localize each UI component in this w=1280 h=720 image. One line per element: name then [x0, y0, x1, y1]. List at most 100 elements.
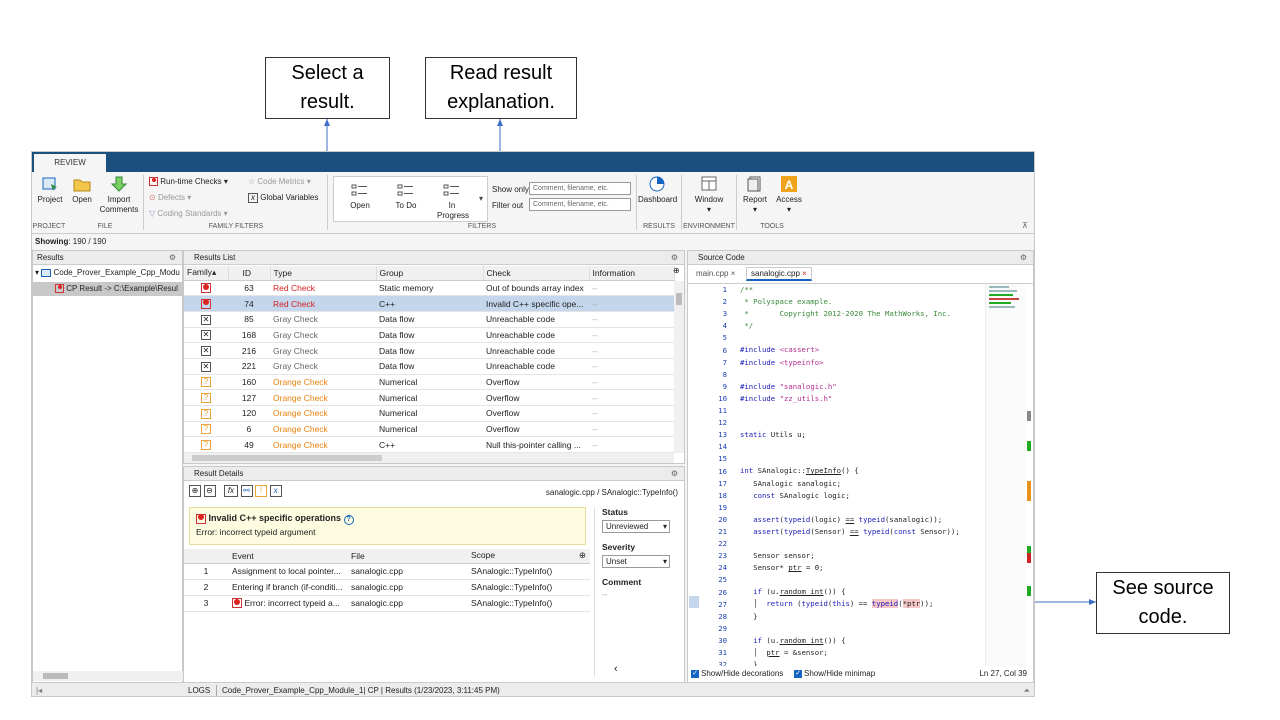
help-icon[interactable]: ?: [343, 515, 354, 525]
tree-hscrollbar[interactable]: [33, 671, 184, 681]
runtime-checks-filter[interactable]: Run-time Checks ▾: [149, 177, 228, 187]
event-table: Event File Scope ⊕ 1 Assignment to local p…: [184, 549, 590, 612]
project-icon: [42, 177, 57, 191]
column-type[interactable]: Type: [270, 266, 377, 281]
tab-review[interactable]: REVIEW: [34, 154, 106, 172]
type-cell: Gray Check: [270, 311, 376, 328]
expand-up-icon[interactable]: ⏶: [1024, 683, 1030, 696]
line-number: 16: [718, 466, 727, 476]
tab-sanalogic-cpp[interactable]: sanalogic.cpp ×: [746, 267, 812, 281]
global-variables-filter[interactable]: x Global Variables: [248, 193, 318, 203]
graph-icon[interactable]: ⚯: [240, 485, 253, 497]
event-col-event[interactable]: Event: [228, 549, 347, 564]
table-row[interactable]: ✕ 216 Gray Check Data flow Unreachable code -…: [184, 342, 674, 359]
add-column-icon[interactable]: ⊕: [579, 550, 586, 561]
orange-check-icon: ?: [201, 377, 211, 388]
gray-check-icon: ✕: [201, 361, 211, 372]
project-button[interactable]: Project: [35, 176, 65, 205]
column-check[interactable]: Check: [483, 266, 590, 281]
table-row[interactable]: ? 6 Orange Check Numerical Overflow --: [184, 421, 674, 438]
tree-item-module[interactable]: ▾ Code_Prover_Example_Cpp_Modu: [35, 268, 180, 277]
coding-standards-label: Coding Standards: [157, 209, 222, 218]
decorations-toggle[interactable]: ✓ Show/Hide decorations: [691, 669, 783, 678]
report-button[interactable]: Report ▾: [738, 176, 772, 215]
code-metrics-filter[interactable]: ☆ Code Metrics ▾: [248, 177, 311, 186]
group-cell: Static memory: [376, 280, 483, 297]
event-row[interactable]: 1 Assignment to local pointer... sanalogic…: [184, 563, 590, 580]
table-row[interactable]: ? 127 Orange Check Numerical Overflow --: [184, 389, 674, 406]
code-editor[interactable]: 1 2 3 4 5 6 7 8 9 10 11 12 13 14 15 16 17 18 19 20 21 22 23 24 2…: [688, 283, 1033, 666]
family-cell: ✕: [184, 342, 228, 359]
info-cell: --: [589, 358, 674, 375]
group-cell: Data flow: [376, 311, 483, 328]
results-vscrollbar[interactable]: [674, 281, 684, 453]
results-hscrollbar[interactable]: [184, 453, 674, 463]
project-label: Project: [37, 195, 63, 204]
results-tree-panel: Results ⚙ ▾ Code_Prover_Example_Cpp_Modu …: [32, 250, 184, 684]
column-group[interactable]: Group: [376, 266, 484, 281]
collapse-left-icon[interactable]: |◂: [36, 683, 42, 696]
table-row[interactable]: ✕ 85 Gray Check Data flow Unreachable code --: [184, 311, 674, 328]
zoom-out-icon[interactable]: ⊖: [203, 485, 216, 497]
severity-select[interactable]: Unset ▾: [602, 555, 670, 568]
line-number: 24: [718, 563, 727, 573]
table-row[interactable]: ? 49 Orange Check C++ Null this-pointer call…: [184, 436, 674, 454]
gallery-expand-icon[interactable]: ▾: [479, 194, 483, 203]
dashboard-button[interactable]: Dashboard: [638, 176, 677, 205]
add-column-icon[interactable]: ⊕: [673, 266, 681, 280]
status-select[interactable]: Unreviewed ▾: [602, 520, 670, 533]
filter-inprogress-button[interactable]: In Progress: [432, 182, 472, 221]
type-cell: Red Check: [270, 280, 376, 297]
minimap-toggle[interactable]: ✓ Show/Hide minimap: [794, 669, 875, 678]
gear-icon[interactable]: ⚙: [671, 251, 678, 265]
table-row[interactable]: ✕ 168 Gray Check Data flow Unreachable code -…: [184, 327, 674, 344]
table-row[interactable]: 63 Red Check Static memory Out of bounds ar…: [184, 280, 674, 297]
table-row[interactable]: 74 Red Check C++ Invalid C++ specific ope..…: [184, 295, 674, 312]
gear-icon[interactable]: ⚙: [1020, 251, 1027, 265]
filter-open-button[interactable]: Open: [340, 182, 380, 211]
event-row[interactable]: 2 Entering if branch (if-conditi... sanalo…: [184, 579, 590, 596]
bookmark-icon[interactable]: !: [255, 485, 268, 497]
event-text-label: Assignment to local pointer...: [232, 566, 341, 576]
global-variables-icon: x: [248, 193, 258, 203]
defects-filter[interactable]: ⊙ Defects ▾: [149, 193, 191, 202]
info-cell: --: [589, 421, 674, 438]
filter-out-input[interactable]: Comment, filename, etc.: [529, 198, 631, 211]
table-row[interactable]: ? 120 Orange Check Numerical Overflow --: [184, 405, 674, 422]
event-col-file[interactable]: File: [347, 549, 467, 564]
variable-icon[interactable]: x: [269, 485, 282, 497]
function-icon[interactable]: fx: [224, 485, 239, 497]
red-check-icon: [232, 598, 242, 609]
table-row[interactable]: ? 160 Orange Check Numerical Overflow --: [184, 374, 674, 391]
chevron-left-icon[interactable]: ‹: [614, 663, 618, 675]
event-col-scope[interactable]: Scope ⊕: [467, 549, 590, 564]
gear-icon[interactable]: ⚙: [169, 251, 176, 265]
id-cell: 63: [228, 280, 270, 297]
minimap[interactable]: [985, 284, 1025, 666]
access-icon: A: [781, 176, 797, 192]
line-number: 7: [722, 357, 727, 367]
access-button[interactable]: A Access ▾: [772, 176, 806, 215]
window-button[interactable]: Window ▾: [687, 176, 731, 215]
tab-main-cpp[interactable]: main.cpp ×: [692, 268, 739, 281]
import-comments-button[interactable]: Import Comments: [98, 176, 140, 215]
column-id[interactable]: ID: [228, 266, 271, 281]
section-filters: FILTERS: [467, 223, 497, 230]
gear-icon[interactable]: ⚙: [671, 467, 678, 481]
coding-standards-filter[interactable]: ▽ Coding Standards ▾: [149, 209, 228, 218]
open-button[interactable]: Open: [68, 176, 96, 205]
zoom-icon[interactable]: ⊕: [189, 485, 201, 497]
comment-field[interactable]: --: [602, 590, 682, 599]
table-row[interactable]: ✕ 221 Gray Check Data flow Unreachable code -…: [184, 358, 674, 375]
line-number: 25: [718, 575, 727, 585]
filter-todo-button[interactable]: To Do: [386, 182, 426, 211]
column-family[interactable]: Family▴: [184, 266, 229, 281]
show-only-input[interactable]: Comment, filename, etc.: [529, 182, 631, 195]
event-row[interactable]: 3 Error: incorrect typeid a... sanalogic.…: [184, 595, 590, 612]
ribbon-tabbar: REVIEW: [32, 152, 1034, 172]
tree-item-cp-result[interactable]: CP Result -> C:\Example\Resul: [33, 282, 184, 296]
logs-tab[interactable]: LOGS: [188, 683, 210, 696]
collapse-toolstrip-icon[interactable]: ⊼: [1022, 221, 1028, 230]
check-title: Invalid C++ specific operations ?: [196, 513, 579, 525]
column-information[interactable]: Information: [589, 266, 675, 281]
